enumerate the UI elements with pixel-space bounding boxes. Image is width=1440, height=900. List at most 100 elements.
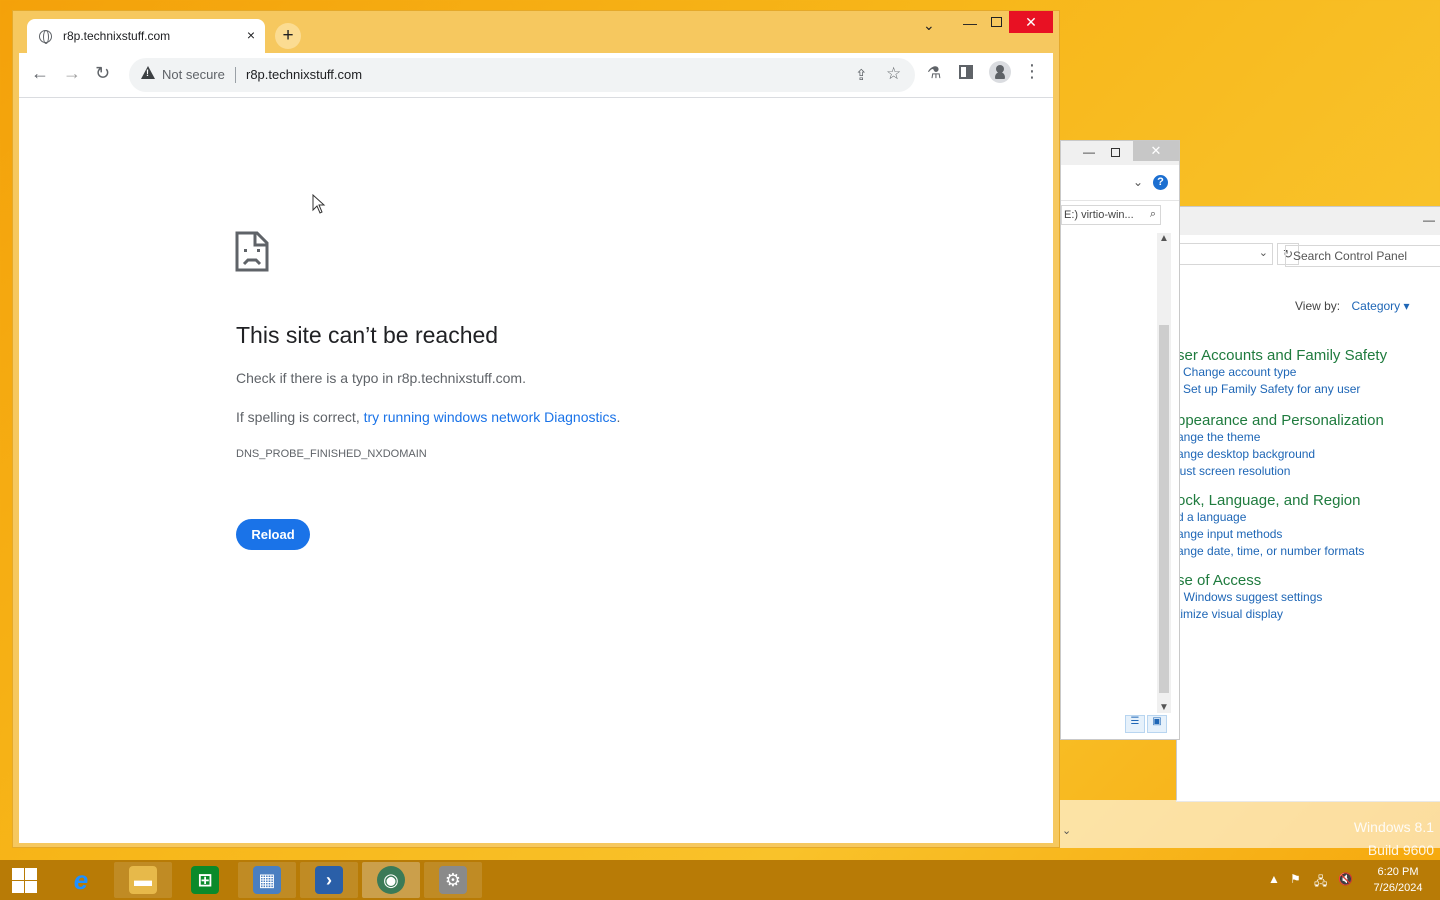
network-icon[interactable]: 🖧 <box>1314 872 1327 893</box>
server-manager-icon: ▦ <box>253 866 281 894</box>
diagnostics-link[interactable]: try running windows network Diagnostics <box>364 409 617 425</box>
action-center-flag-icon[interactable]: ⚑ <box>1290 872 1301 886</box>
cp-link[interactable]: Set up Family Safety for any user <box>1177 381 1387 398</box>
close-button[interactable]: ✕ <box>1009 11 1053 33</box>
explorer-search-text: E:) virtio-win... <box>1064 209 1134 221</box>
control-panel-minimize-button[interactable]: — <box>1423 213 1435 227</box>
explorer-search-input[interactable]: E:) virtio-win... ⌕ <box>1061 205 1161 225</box>
profile-avatar-icon[interactable] <box>989 61 1011 83</box>
mouse-cursor-icon <box>312 194 326 214</box>
cp-section-clock-language: ock, Language, and Region d a language a… <box>1177 492 1364 560</box>
reload-button[interactable]: Reload <box>236 519 310 550</box>
explorer-close-button[interactable]: ✕ <box>1133 141 1179 161</box>
maximize-button[interactable] <box>991 17 1002 27</box>
cp-section-ease-of-access: se of Access : Windows suggest settings … <box>1177 572 1322 623</box>
explorer-ribbon: ⌄ ? <box>1061 165 1179 201</box>
reload-icon[interactable]: ↻ <box>95 63 110 84</box>
large-icons-view-icon[interactable]: ▣ <box>1147 715 1167 733</box>
tab-title: r8p.technixstuff.com <box>63 29 171 43</box>
details-view-icon[interactable]: ☰ <box>1125 715 1145 733</box>
show-hidden-icons-icon[interactable]: ▲ <box>1268 872 1280 886</box>
taskbar-powershell-icon[interactable]: › <box>300 862 358 898</box>
url-text[interactable]: r8p.technixstuff.com <box>246 67 362 82</box>
cp-section-user-accounts: ser Accounts and Family Safety Change ac… <box>1177 347 1387 398</box>
cp-link[interactable]: Change account type <box>1177 364 1387 381</box>
address-bar[interactable]: Not secure r8p.technixstuff.com ⇪ ☆ <box>129 58 915 92</box>
watermark-line-1: Windows 8.1 <box>1353 819 1434 835</box>
new-tab-button[interactable]: + <box>275 23 301 49</box>
control-panel-titlebar: — <box>1177 207 1440 235</box>
cp-link[interactable]: ange desktop background <box>1177 446 1384 463</box>
taskbar-store-icon[interactable]: ⊞ <box>176 862 234 898</box>
view-by-control: View by: Category <box>1295 299 1410 313</box>
address-separator <box>235 67 236 83</box>
side-panel-icon[interactable] <box>959 65 973 79</box>
cp-link[interactable]: just screen resolution <box>1177 463 1384 480</box>
share-icon[interactable]: ⇪ <box>855 66 868 84</box>
help-icon[interactable]: ? <box>1153 175 1168 190</box>
clock-date: 7/26/2024 <box>1373 882 1423 894</box>
cp-section-heading[interactable]: se of Access <box>1177 572 1322 589</box>
tab-search-icon[interactable]: ⌄ <box>923 17 935 34</box>
file-explorer-window: — ✕ ⌄ ? E:) virtio-win... ⌕ ▲ ▼ ☰ ▣ <box>1060 140 1180 740</box>
control-panel-address-bar[interactable]: ⌄ <box>1177 243 1273 265</box>
control-panel-search-input[interactable]: Search Control Panel <box>1285 245 1440 267</box>
clock-time: 6:20 PM <box>1377 866 1419 878</box>
browser-tab[interactable]: r8p.technixstuff.com × <box>27 19 265 53</box>
internet-explorer-icon: e <box>73 865 89 895</box>
kebab-menu-icon[interactable]: ⋮ <box>1023 61 1041 82</box>
cp-link[interactable]: : Windows suggest settings <box>1177 589 1322 606</box>
cp-link[interactable]: d a language <box>1177 509 1364 526</box>
chevron-down-icon[interactable]: ⌄ <box>1133 175 1143 189</box>
explorer-minimize-button[interactable]: — <box>1083 145 1095 159</box>
taskbar-clock[interactable]: 6:20 PM 7/26/2024 <box>1366 864 1430 896</box>
chevron-down-icon[interactable]: ⌄ <box>1062 824 1071 837</box>
control-panel-window: — ⌄ ↻ Search Control Panel View by: Cate… <box>1176 206 1440 802</box>
taskbar-server-manager-icon[interactable]: ▦ <box>238 862 296 898</box>
error-diagnostics-line: If spelling is correct, try running wind… <box>236 409 620 425</box>
cp-section-heading[interactable]: ock, Language, and Region <box>1177 492 1364 509</box>
taskbar-file-explorer-icon[interactable]: ▬ <box>114 862 172 898</box>
start-logo-pane <box>12 881 24 893</box>
page-content: This site can’t be reached Check if ther… <box>19 97 1053 843</box>
tab-close-icon[interactable]: × <box>247 27 255 43</box>
chrome-icon: ◉ <box>377 866 405 894</box>
bookmark-star-icon[interactable]: ☆ <box>886 64 901 84</box>
start-logo-pane <box>25 868 37 880</box>
volume-muted-icon[interactable]: 🔇 <box>1338 872 1353 886</box>
folder-icon: ▬ <box>129 866 157 894</box>
forward-arrow-icon[interactable]: → <box>63 63 81 84</box>
taskbar-chrome-icon[interactable]: ◉ <box>362 862 420 898</box>
scrollbar-thumb[interactable] <box>1159 325 1169 693</box>
powershell-icon: › <box>315 866 343 894</box>
scroll-up-icon[interactable]: ▲ <box>1159 233 1169 244</box>
view-by-dropdown[interactable]: Category <box>1351 299 1409 313</box>
cp-link[interactable]: ange input methods <box>1177 526 1364 543</box>
taskbar-setup-tool-icon[interactable]: ⚙ <box>424 862 482 898</box>
warning-icon[interactable] <box>141 66 155 79</box>
cp-link[interactable]: ange date, time, or number formats <box>1177 543 1364 560</box>
setup-tool-icon: ⚙ <box>439 866 467 894</box>
start-logo-pane <box>25 881 37 893</box>
globe-icon <box>39 30 52 44</box>
start-logo-pane <box>12 868 24 880</box>
windows-start-icon[interactable] <box>8 866 40 894</box>
back-arrow-icon[interactable]: ← <box>31 63 49 84</box>
windows-build-watermark: Windows 8.1 Build 9600 <box>1354 816 1434 862</box>
minimize-button[interactable]: — <box>963 15 977 31</box>
cp-link[interactable]: timize visual display <box>1177 606 1322 623</box>
extensions-icon[interactable]: ⚗ <box>927 63 941 83</box>
explorer-maximize-button[interactable] <box>1111 148 1120 157</box>
cp-section-heading[interactable]: ppearance and Personalization <box>1177 412 1384 429</box>
cp-section-heading[interactable]: ser Accounts and Family Safety <box>1177 347 1387 364</box>
chevron-down-icon[interactable]: ⌄ <box>1259 246 1268 259</box>
store-icon: ⊞ <box>191 866 219 894</box>
view-by-label: View by: <box>1295 299 1341 313</box>
cp-link[interactable]: ange the theme <box>1177 429 1384 446</box>
taskbar-internet-explorer-icon[interactable]: e <box>52 862 110 898</box>
security-indicator[interactable]: Not secure <box>162 67 225 82</box>
watermark-line-2: Build 9600 <box>1367 842 1434 858</box>
chrome-window: r8p.technixstuff.com × + ⌄ — ✕ ← → ↻ Not… <box>12 10 1060 848</box>
explorer-scrollbar[interactable]: ▲ ▼ <box>1157 233 1171 713</box>
error-code: DNS_PROBE_FINISHED_NXDOMAIN <box>236 448 427 460</box>
